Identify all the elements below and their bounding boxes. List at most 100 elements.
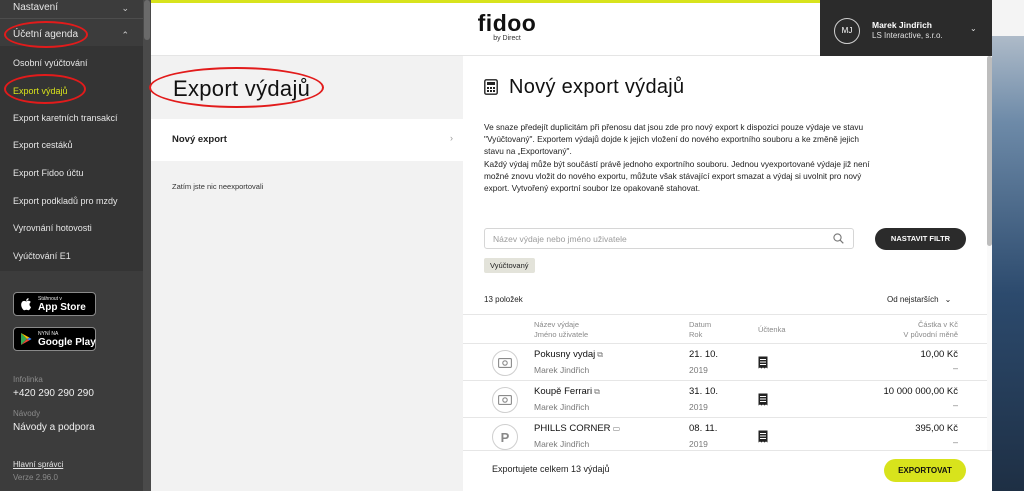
sidebar-item-export-card-transactions[interactable]: Export karetních transakcí	[0, 112, 143, 124]
copy-icon: ⧉	[597, 350, 603, 359]
expense-date: 21. 10.	[689, 349, 719, 360]
sidebar-item-export-travel[interactable]: Export cestáků	[0, 139, 143, 151]
expense-year: 2019	[689, 365, 708, 375]
expense-year: 2019	[689, 439, 708, 449]
sidebar-item-settlement-e1[interactable]: Vyúčtování E1	[0, 250, 143, 262]
description-line: Každý výdaj může být součástí právě jedn…	[484, 158, 870, 169]
app-store-badge[interactable]: Stáhnout v App Store	[13, 292, 96, 316]
new-export-item[interactable]: Nový export ›	[151, 119, 463, 161]
google-play-badge[interactable]: NYNÍ NA Google Play	[13, 327, 96, 351]
status-filter-chip[interactable]: Vyúčtovaný	[484, 258, 535, 273]
card-icon: ▭	[612, 424, 621, 433]
expense-date: 08. 11.	[689, 423, 718, 434]
sidebar-item-settings[interactable]: Nastavení ⌄	[0, 2, 143, 14]
sidebar-scrollbar[interactable]	[143, 0, 151, 491]
expense-name: PHILLS CORNER ▭	[534, 423, 620, 434]
expense-original-currency: –	[952, 437, 958, 447]
annotation-oval	[149, 67, 324, 108]
user-menu[interactable]: MJ Marek Jindřich LS Interactive, s.r.o.…	[820, 0, 992, 58]
sidebar: Nastavení ⌄ Účetní agenda ⌃ Osobní vyúčt…	[0, 0, 143, 491]
guides-label: Návody	[13, 409, 41, 418]
infoline-phone[interactable]: +420 290 290 290	[13, 388, 94, 399]
expense-amount: 395,00 Kč	[915, 423, 958, 434]
sidebar-item-export-payroll[interactable]: Export podkladů pro mzdy	[0, 195, 143, 207]
col-date[interactable]: Datum Rok	[689, 320, 711, 340]
table-header: Název výdaje Jméno uživatele Datum Rok Ú…	[463, 314, 992, 344]
export-button[interactable]: EXPORTOVAT	[884, 459, 966, 482]
chevron-down-icon: ⌄	[944, 295, 952, 304]
col-amount[interactable]: Částka v Kč V původní měně	[903, 320, 958, 340]
expense-name-text: Pokusny vydaj	[534, 349, 596, 360]
expense-name: Pokusny vydaj ⧉	[534, 349, 603, 360]
apple-icon	[21, 298, 31, 311]
expense-year: 2019	[689, 402, 708, 412]
expense-name: Koupě Ferrari ⧉	[534, 386, 600, 397]
main-admins-link[interactable]: Hlavní správci	[13, 460, 63, 469]
table-row[interactable]: Koupě Ferrari ⧉ Marek Jindřich 31. 10. 20…	[463, 381, 992, 418]
col-date-line2: Rok	[689, 330, 703, 339]
chevron-down-icon: ⌄	[970, 24, 977, 33]
sidebar-item-personal-settlement[interactable]: Osobní vyúčtování	[0, 57, 143, 69]
expense-original-currency: –	[952, 363, 958, 373]
expense-user: Marek Jindřich	[534, 365, 590, 375]
expense-amount: 10 000 000,00 Kč	[883, 386, 958, 397]
sort-label: Od nejstarších	[887, 295, 939, 304]
new-export-panel: Nový export výdajů Ve snaze předejít dup…	[463, 56, 992, 450]
receipt-icon[interactable]	[758, 356, 768, 369]
section-title: Nový export výdajů	[509, 76, 685, 98]
expense-user: Marek Jindřich	[534, 439, 590, 449]
item-count: 13 položek	[484, 295, 523, 304]
logo-word: fidoo	[477, 10, 537, 36]
chevron-up-icon: ⌃	[121, 30, 129, 40]
table-row[interactable]: P PHILLS CORNER ▭ Marek Jindřich 08. 11. …	[463, 418, 992, 450]
avatar: MJ	[834, 18, 860, 44]
cash-icon	[492, 350, 518, 376]
expense-name-text: Koupě Ferrari	[534, 386, 593, 397]
badge-big-text: App Store	[38, 302, 86, 313]
sidebar-item-export-fidoo-account[interactable]: Export Fidoo účtu	[0, 167, 143, 179]
parking-icon: P	[492, 424, 518, 450]
receipt-icon[interactable]	[758, 430, 768, 443]
export-summary: Exportujete celkem 13 výdajů	[492, 464, 610, 474]
chevron-down-icon: ⌄	[121, 3, 129, 13]
user-company: LS Interactive, s.r.o.	[872, 31, 943, 40]
user-name: Marek Jindřich	[872, 20, 932, 30]
copy-icon: ⧉	[594, 387, 600, 396]
description-line: stavu na „Exportovaný".	[484, 146, 572, 157]
table-row[interactable]: Pokusny vydaj ⧉ Marek Jindřich 21. 10. 20…	[463, 344, 992, 381]
guides-link[interactable]: Návody a podpora	[13, 422, 95, 433]
expense-name-text: PHILLS CORNER	[534, 423, 611, 434]
description-line: "Vyúčtovaný". Exportem výdajů dojde k je…	[484, 134, 860, 145]
search-input[interactable]	[484, 228, 854, 249]
sidebar-item-cash-settlement[interactable]: Vyrovnání hotovosti	[0, 222, 143, 234]
desktop-background	[992, 0, 1024, 491]
infoline-label: Infolinka	[13, 375, 43, 384]
description: Ve snaze předejít duplicitám při přenosu…	[484, 121, 964, 194]
col-amount-line1: Částka v Kč	[917, 320, 958, 329]
version-text: Verze 2.96.0	[13, 473, 58, 482]
annotation-oval	[4, 74, 86, 104]
description-line: možné znovu vložit do nového exportu, mů…	[484, 170, 862, 181]
search-icon[interactable]	[833, 233, 844, 244]
sort-dropdown[interactable]: Od nejstarších ⌄	[887, 295, 951, 304]
scrollbar-thumb[interactable]	[144, 0, 150, 40]
annotation-oval	[4, 21, 88, 48]
receipt-icon[interactable]	[758, 393, 768, 406]
divider	[0, 18, 143, 19]
desktop-window-edge	[992, 0, 1024, 36]
col-amount-line2: V původní měně	[903, 330, 958, 339]
expense-date: 31. 10.	[689, 386, 719, 397]
new-export-label: Nový export	[172, 134, 227, 145]
logo-by: by Direct	[493, 35, 521, 42]
badge-big-text: Google Play	[38, 337, 96, 348]
fidoo-logo[interactable]: fidoo by Direct	[472, 11, 542, 42]
col-date-line1: Datum	[689, 320, 712, 329]
sidebar-item-label: Nastavení	[13, 2, 59, 13]
empty-state-text: Zatím jste nic neexportovali	[172, 182, 264, 191]
col-receipt[interactable]: Účtenka	[758, 325, 786, 335]
description-line: Ve snaze předejít duplicitám při přenosu…	[484, 122, 864, 132]
chevron-right-icon: ›	[450, 133, 453, 143]
set-filter-button[interactable]: NASTAVIT FILTR	[875, 228, 966, 250]
google-play-icon	[21, 333, 32, 345]
col-name[interactable]: Název výdaje Jméno uživatele	[534, 320, 588, 340]
